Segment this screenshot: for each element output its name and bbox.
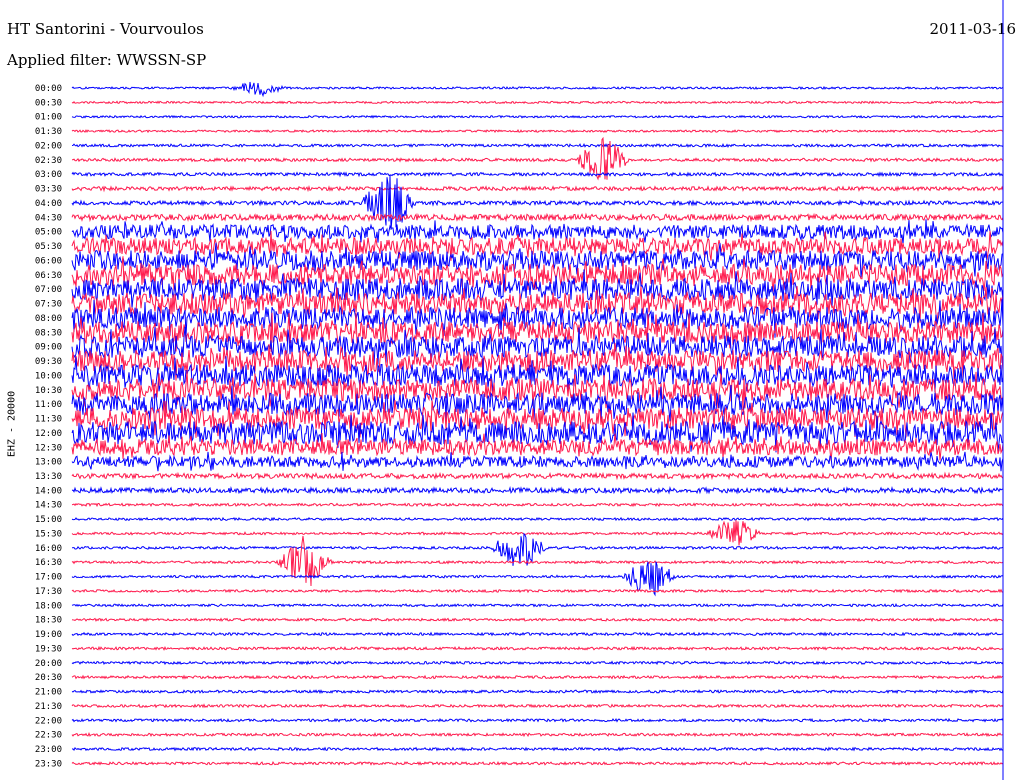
time-tick-label: 20:30 — [35, 673, 62, 683]
time-tick-label: 06:00 — [35, 256, 62, 266]
trace-line — [71, 184, 1004, 193]
time-tick-label: 23:30 — [35, 759, 62, 769]
time-tick-label: 11:00 — [35, 400, 62, 410]
trace-line — [71, 660, 1004, 666]
time-tick-label: 01:00 — [35, 113, 62, 123]
time-tick-label: 22:00 — [35, 716, 62, 726]
time-tick-label: 17:00 — [35, 573, 62, 583]
trace-line — [71, 471, 1004, 481]
time-tick-label: 06:30 — [35, 271, 62, 281]
time-tick-label: 07:00 — [35, 285, 62, 295]
time-tick-label: 07:30 — [35, 300, 62, 310]
time-tick-label: 02:30 — [35, 156, 62, 166]
time-tick-label: 16:30 — [35, 558, 62, 568]
trace-line — [71, 588, 1004, 594]
trace-line — [71, 760, 1004, 766]
time-tick-label: 19:30 — [35, 644, 62, 654]
trace-line — [71, 703, 1004, 709]
trace-line — [71, 689, 1004, 695]
helicorder-plot: 00:00 00:30 01:00 01:30 02:00 02:30 03:00 03:30… — [35, 0, 1004, 780]
trace-line — [71, 114, 1004, 119]
trace-line — [71, 617, 1004, 623]
time-tick-label: 09:00 — [35, 343, 62, 353]
trace-line — [71, 674, 1004, 680]
trace-line — [71, 631, 1004, 637]
time-tick-label: 15:30 — [35, 529, 62, 539]
trace-line — [71, 561, 1004, 597]
trace-line — [71, 516, 1004, 522]
time-tick-label: 14:30 — [35, 501, 62, 511]
time-tick-label: 12:00 — [35, 429, 62, 439]
time-tick-label: 19:00 — [35, 630, 62, 640]
time-tick-label: 17:30 — [35, 587, 62, 597]
time-tick-label: 05:30 — [35, 242, 62, 252]
time-tick-label: 00:00 — [35, 84, 62, 94]
trace-line — [71, 645, 1004, 651]
trace-line — [71, 81, 1004, 98]
trace-line — [71, 520, 1004, 546]
time-tick-label: 09:30 — [35, 357, 62, 367]
time-tick-labels: 00:00 00:30 01:00 01:30 02:00 02:30 03:00 03:30… — [35, 84, 62, 769]
time-tick-label: 03:00 — [35, 170, 62, 180]
time-tick-label: 04:30 — [35, 213, 62, 223]
trace-line — [71, 535, 1004, 587]
time-tick-label: 18:00 — [35, 601, 62, 611]
time-tick-label: 13:00 — [35, 458, 62, 468]
time-tick-label: 14:00 — [35, 486, 62, 496]
trace-line — [71, 129, 1004, 134]
time-tick-label: 10:00 — [35, 371, 62, 381]
trace-line — [71, 502, 1004, 508]
seismogram-page: HT Santorini - Vourvoulos Applied filter… — [0, 0, 1024, 780]
trace-line — [71, 174, 1004, 230]
time-tick-label: 02:00 — [35, 141, 62, 151]
trace-line — [71, 603, 1004, 608]
time-tick-label: 22:30 — [35, 731, 62, 741]
time-tick-label: 10:30 — [35, 386, 62, 396]
time-tick-label: 04:00 — [35, 199, 62, 209]
trace-line — [71, 717, 1004, 723]
trace-line — [71, 732, 1004, 738]
time-tick-label: 21:00 — [35, 688, 62, 698]
time-tick-label: 11:30 — [35, 415, 62, 425]
time-tick-label: 16:00 — [35, 544, 62, 554]
time-tick-label: 23:00 — [35, 745, 62, 755]
trace-line — [71, 100, 1004, 105]
time-tick-label: 05:00 — [35, 228, 62, 238]
time-tick-label: 13:30 — [35, 472, 62, 482]
trace-line — [71, 746, 1004, 752]
trace-line — [71, 142, 1004, 149]
time-tick-label: 08:00 — [35, 314, 62, 324]
trace-line — [71, 485, 1004, 495]
time-tick-label: 20:00 — [35, 659, 62, 669]
time-tick-label: 00:30 — [35, 98, 62, 108]
trace-line — [71, 212, 1004, 223]
time-tick-label: 15:00 — [35, 515, 62, 525]
time-tick-label: 08:30 — [35, 328, 62, 338]
time-tick-label: 12:30 — [35, 443, 62, 453]
time-tick-label: 03:30 — [35, 185, 62, 195]
time-tick-label: 21:30 — [35, 702, 62, 712]
seismic-traces — [71, 81, 1004, 766]
time-tick-label: 18:30 — [35, 616, 62, 626]
time-tick-label: 01:30 — [35, 127, 62, 137]
trace-line — [71, 171, 1004, 178]
